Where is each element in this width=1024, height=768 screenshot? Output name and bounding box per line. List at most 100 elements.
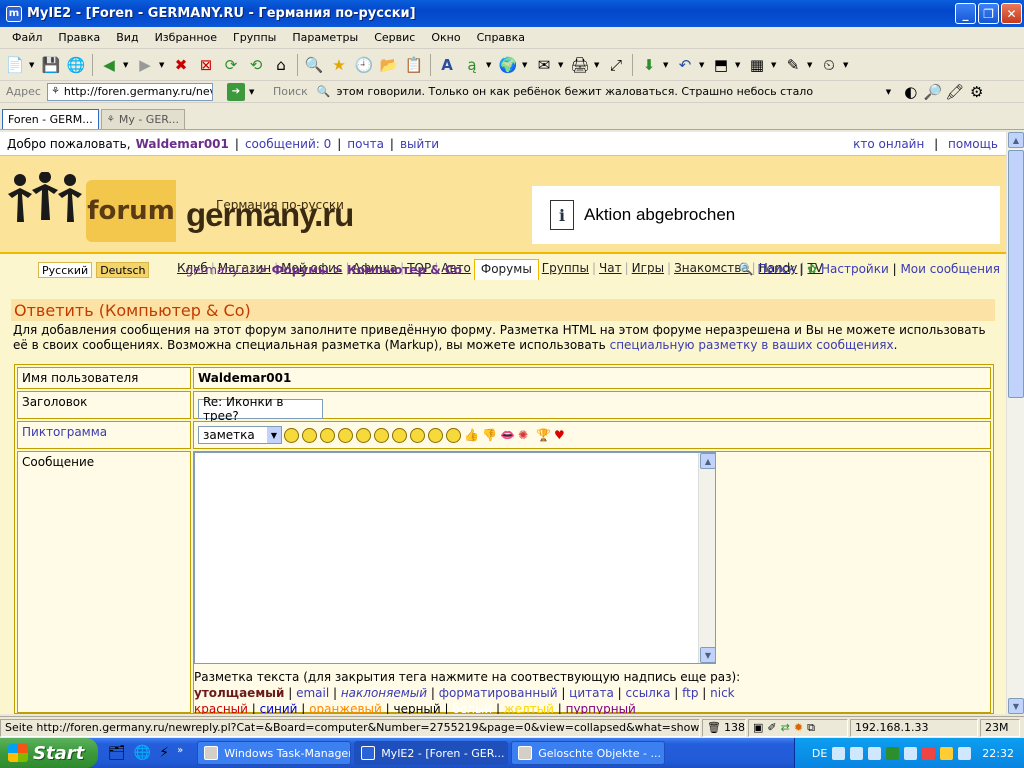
tray-network-icon[interactable] [850,746,864,760]
globe-icon[interactable]: 🌍 [497,54,519,76]
proxy-icon[interactable]: ⇄ [781,721,790,734]
heart-icon[interactable]: ♥ [554,428,568,442]
username-link[interactable]: Waldemar001 [136,137,229,151]
page-search-icon[interactable]: 🔎 [922,81,944,103]
markup-orange[interactable]: оранжевый [309,702,382,714]
menu-tools[interactable]: Сервис [366,31,423,44]
markup-ftp[interactable]: ftp [682,686,698,700]
thumbs-up-icon[interactable]: 👍 [464,428,479,442]
crumb-site[interactable]: germany.ru [185,263,253,277]
markup-help-link[interactable]: специальную разметку в ваших сообщениях [610,338,894,352]
clock-icon[interactable]: ⏲ [818,54,840,76]
logo-name[interactable]: germany.ru [186,196,354,234]
home-icon[interactable]: ⌂ [270,54,292,76]
encoding-icon[interactable]: ą [461,54,483,76]
icon-label[interactable]: Пиктограмма [17,421,191,449]
logo-forum[interactable]: forum [86,180,176,242]
markup-blue[interactable]: синий [260,702,298,714]
icon-select[interactable]: заметка ▼ [198,426,282,444]
clipboard-icon[interactable]: 📋 [403,54,425,76]
tray-lang[interactable]: DE [812,747,827,760]
stop-all-icon[interactable]: ⊠ [195,54,217,76]
menu-groups[interactable]: Группы [225,31,284,44]
scroll-down-icon[interactable]: ▼ [1008,698,1024,714]
menu-file[interactable]: Файл [4,31,50,44]
tray-flag-icon[interactable] [940,746,954,760]
window-up-icon[interactable]: ⬒ [710,54,732,76]
who-online-link[interactable]: кто онлайн [853,137,924,151]
mail-icon[interactable]: ✉ [533,54,555,76]
markup-yellow[interactable]: желтый [504,702,554,714]
crumb-board[interactable]: Компьютер & Co [347,263,462,277]
go-icon[interactable]: ➔ [226,82,245,101]
url-field[interactable]: ⚘ http://foren.germany.ru/nev [46,82,213,101]
textarea-scroll-up-icon[interactable]: ▲ [700,453,716,469]
menu-window[interactable]: Окно [423,31,468,44]
messages-link[interactable]: сообщений: 0 [245,137,331,151]
mail-link[interactable]: почта [347,137,384,151]
back-icon[interactable]: ◀ [98,54,120,76]
tray-monitor-icon[interactable] [886,746,900,760]
tab-foren[interactable]: Foren - GERM... [2,109,99,129]
message-textarea[interactable]: ▲ ▼ [194,452,716,664]
tongue-icon[interactable] [428,427,443,443]
tile-icon[interactable]: ▦ [746,54,768,76]
grin-icon[interactable] [356,427,371,443]
markup-link[interactable]: ссылка [626,686,671,700]
menu-help[interactable]: Справка [469,31,533,44]
tray-volume-icon[interactable] [958,746,972,760]
menu-favorites[interactable]: Избранное [147,31,225,44]
search-options-icon[interactable]: ⚙ [966,81,988,103]
tray-hourglass-icon[interactable] [868,746,882,760]
start-button[interactable]: Start [0,738,98,768]
mad-icon[interactable] [392,427,407,443]
menu-view[interactable]: Вид [108,31,146,44]
print-icon[interactable]: 🖨 [569,54,591,76]
browser-icon[interactable]: 🌐 [134,745,151,761]
connect-icon[interactable]: 🌐 [65,54,87,76]
font-icon[interactable]: A [436,54,458,76]
window-icon[interactable]: ⧉ [807,721,815,735]
markup-pre[interactable]: форматированный [439,686,558,700]
lips-icon[interactable]: 👄 [500,428,515,442]
menu-options[interactable]: Параметры [284,31,366,44]
textarea-scrollbar[interactable]: ▲ ▼ [698,453,716,663]
refresh-all-icon[interactable]: ⟲ [245,54,267,76]
refresh-icon[interactable]: ⟳ [220,54,242,76]
history-icon[interactable]: 🕘 [353,54,375,76]
plugin-icon[interactable]: ✹ [794,721,803,734]
task-recycle-bin[interactable]: Geloschte Objekte - ... [511,741,666,765]
logout-link[interactable]: выйти [400,137,439,151]
search-field[interactable]: 🔍 этом говорили. Только он как ребёнок б… [314,83,884,101]
menu-edit[interactable]: Правка [50,31,108,44]
task-myie2[interactable]: MyIE2 - [Foren - GER... [354,741,509,765]
settings-link[interactable]: Настройки [821,262,889,276]
app-icon[interactable]: m [6,5,22,22]
folder-icon[interactable]: 📂 [378,54,400,76]
search-link[interactable]: Поиск [757,262,795,276]
stop-icon[interactable]: ✖ [170,54,192,76]
new-page-icon[interactable]: 📄 [4,54,26,76]
trophy-icon[interactable]: 🏆 [536,428,551,442]
flower-icon[interactable]: ✺ [518,428,532,442]
tray-help-icon[interactable] [832,746,846,760]
help-link[interactable]: помощь [948,137,998,151]
popup-icon[interactable]: ▣ [753,721,763,734]
search-icon[interactable]: 🔍 [303,54,325,76]
frown-icon[interactable] [302,427,317,443]
markup-purple[interactable]: пурпурный [566,702,636,714]
resize-icon[interactable]: ⤢ [605,54,627,76]
laugh-icon[interactable] [374,427,389,443]
edit-icon[interactable]: ✎ [782,54,804,76]
confused-icon[interactable] [320,427,335,443]
tab-my[interactable]: ⚘ My - GER... [100,109,186,129]
download-icon[interactable]: ⬇ [638,54,660,76]
markup-email[interactable]: email [296,686,329,700]
textarea-scroll-down-icon[interactable]: ▼ [700,647,716,663]
wink-icon[interactable] [446,427,461,443]
tray-keyboard-icon[interactable] [904,746,918,760]
scroll-thumb[interactable] [1008,150,1024,398]
subject-input[interactable]: Re: Иконки в трее? [198,395,323,423]
markup-white[interactable]: белый [452,702,492,714]
shocked-icon[interactable] [410,427,425,443]
